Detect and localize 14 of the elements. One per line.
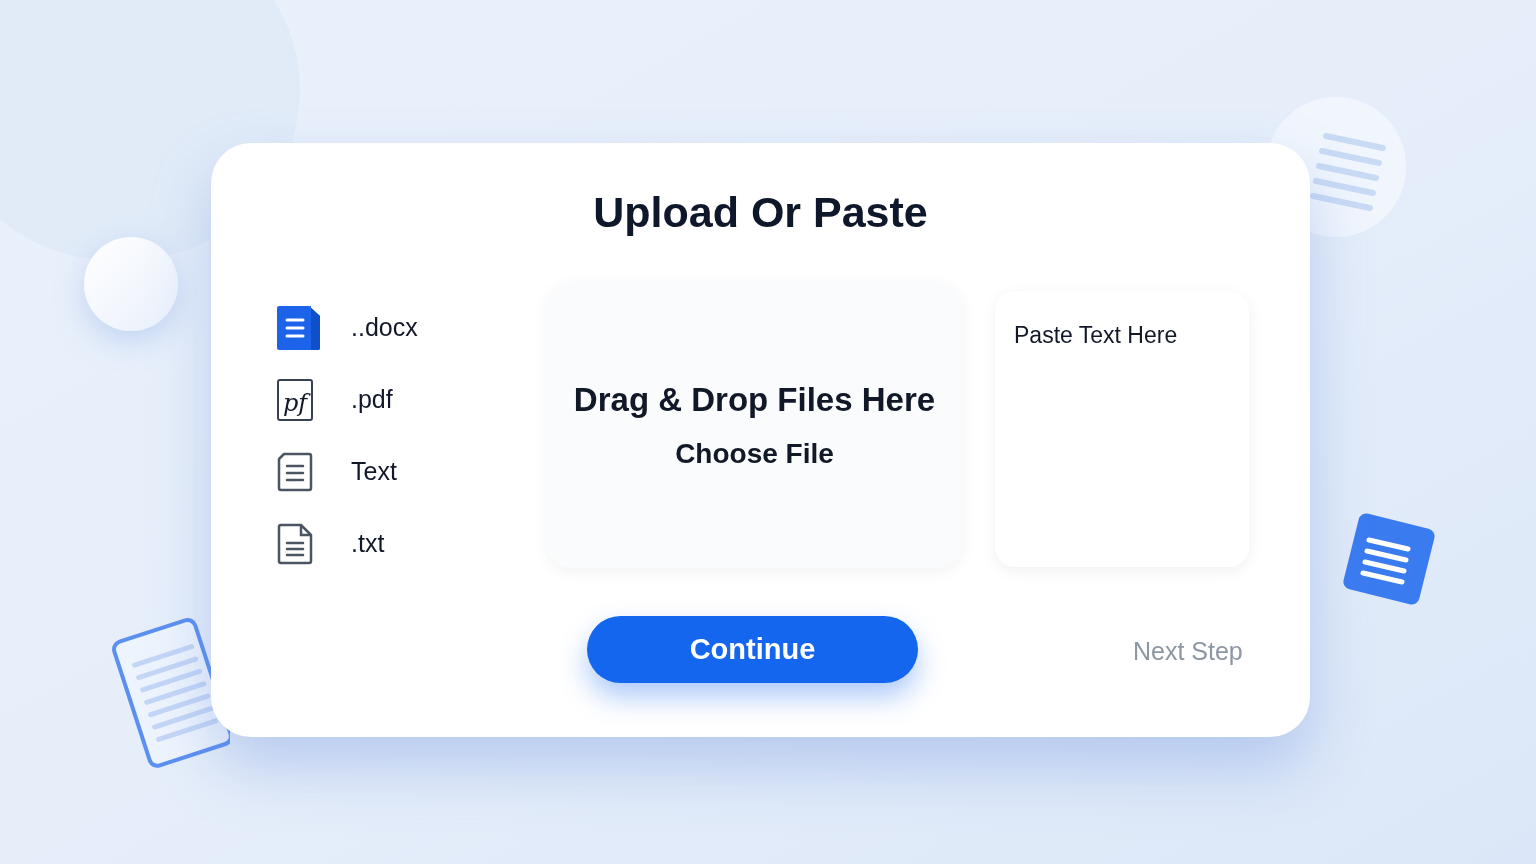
file-type-label: Text [351, 456, 397, 488]
file-type-label: ..docx [351, 312, 418, 344]
pdf-icon: pf [277, 379, 313, 421]
file-type-label: .pdf [351, 384, 393, 416]
file-type-label: .txt [351, 528, 385, 560]
paste-text-field[interactable]: Paste Text Here [995, 291, 1249, 567]
drop-zone[interactable]: Drag & Drop Files Here Choose File [547, 282, 962, 568]
continue-button[interactable]: Continue [587, 616, 918, 683]
document-icon [277, 523, 313, 565]
dialog-title: Upload Or Paste [593, 191, 928, 234]
document-icon [277, 306, 320, 350]
choose-file-link[interactable]: Choose File [675, 439, 834, 468]
document-icon [277, 452, 313, 492]
drop-zone-heading: Drag & Drop Files Here [573, 382, 936, 416]
